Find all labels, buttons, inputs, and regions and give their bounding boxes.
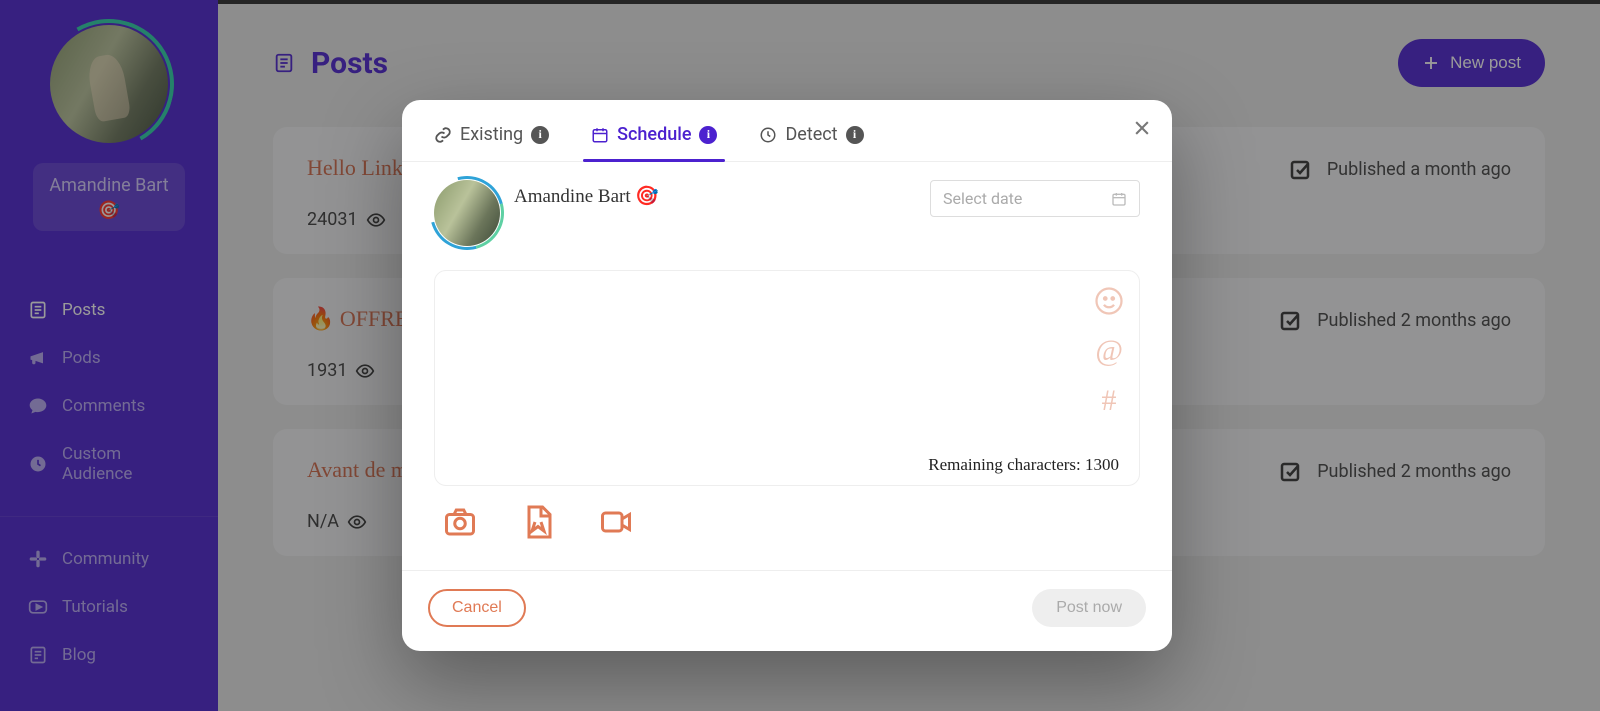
post-now-button[interactable]: Post now bbox=[1032, 589, 1146, 627]
video-icon[interactable] bbox=[598, 504, 634, 540]
tab-label: Existing bbox=[460, 124, 523, 145]
hashtag-button[interactable]: # bbox=[1093, 385, 1125, 417]
compose-modal: Existing i Schedule i Detect i Amandine … bbox=[402, 100, 1172, 651]
emoji-button[interactable] bbox=[1093, 285, 1125, 317]
clock-icon bbox=[759, 126, 777, 144]
avatar bbox=[434, 180, 500, 246]
modal-user: Amandine Bart 🎯 bbox=[434, 180, 659, 246]
modal-username: Amandine Bart 🎯 bbox=[514, 180, 659, 208]
pdf-icon[interactable] bbox=[520, 504, 556, 540]
info-icon[interactable]: i bbox=[699, 126, 717, 144]
info-icon[interactable]: i bbox=[531, 126, 549, 144]
tab-detect[interactable]: Detect i bbox=[759, 124, 863, 161]
post-composer[interactable]: @ # Remaining characters: 1300 bbox=[434, 270, 1140, 486]
tab-label: Detect bbox=[785, 124, 837, 145]
camera-icon[interactable] bbox=[442, 504, 478, 540]
smile-icon bbox=[1094, 286, 1124, 316]
tab-schedule[interactable]: Schedule i bbox=[591, 124, 717, 161]
attachments bbox=[434, 486, 1140, 562]
modal-tabs: Existing i Schedule i Detect i bbox=[402, 100, 1172, 162]
tab-existing[interactable]: Existing i bbox=[434, 124, 549, 161]
calendar-icon bbox=[591, 126, 609, 144]
close-icon bbox=[1132, 118, 1152, 138]
cancel-button[interactable]: Cancel bbox=[428, 589, 526, 627]
link-icon bbox=[434, 126, 452, 144]
calendar-icon bbox=[1111, 191, 1127, 207]
close-button[interactable] bbox=[1132, 118, 1152, 138]
remaining-characters: Remaining characters: 1300 bbox=[928, 455, 1119, 475]
tab-label: Schedule bbox=[617, 124, 691, 145]
date-placeholder: Select date bbox=[943, 189, 1022, 208]
info-icon[interactable]: i bbox=[846, 126, 864, 144]
date-picker[interactable]: Select date bbox=[930, 180, 1140, 217]
mention-button[interactable]: @ bbox=[1093, 335, 1125, 367]
